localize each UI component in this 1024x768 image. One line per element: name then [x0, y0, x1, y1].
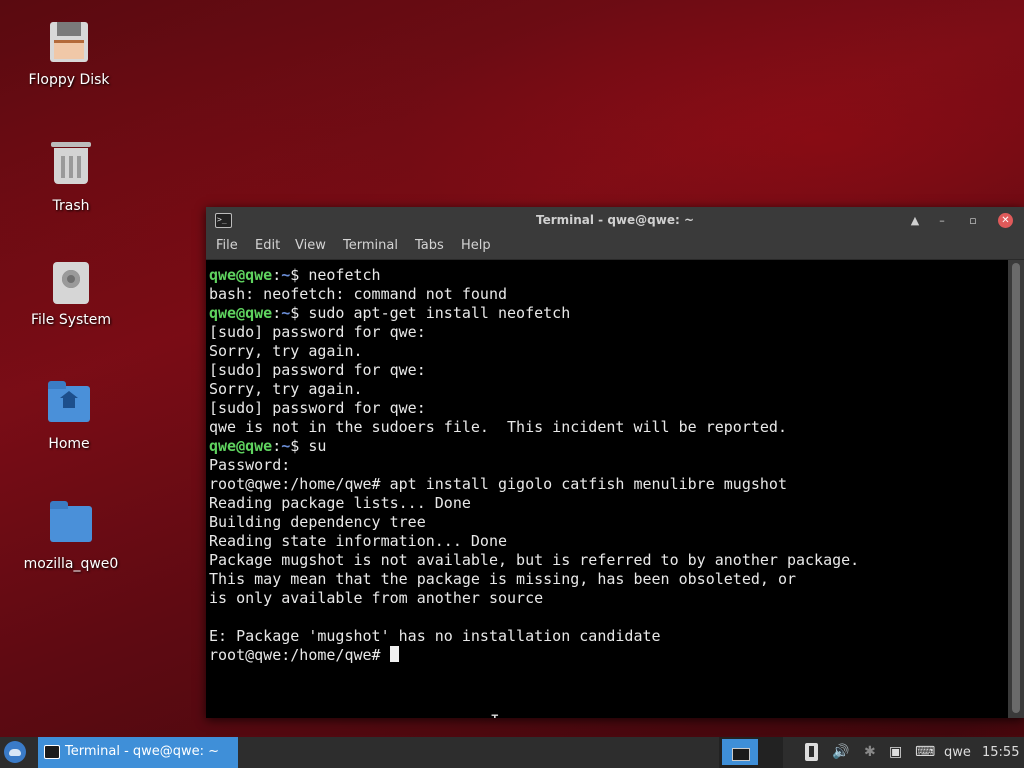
desktop-icon-home[interactable]: Home: [14, 381, 124, 452]
taskbar-item-terminal[interactable]: Terminal - qwe@qwe: ~: [38, 737, 238, 768]
desktop-icon-label: mozilla_qwe0: [23, 556, 119, 572]
terminal-line: root@qwe:/home/qwe#: [209, 646, 859, 665]
drive-icon: [49, 262, 93, 306]
command-text: $ su: [290, 437, 327, 455]
desktop-icon-floppy-disk[interactable]: Floppy Disk: [14, 22, 124, 88]
maximize-button[interactable]: ▫: [965, 213, 981, 229]
menu-edit[interactable]: Edit: [255, 238, 280, 253]
terminal-window[interactable]: >_ Terminal - qwe@qwe: ~ ▲ – ▫ ✕ File Ed…: [206, 207, 1024, 718]
window-title: Terminal - qwe@qwe: ~: [535, 213, 694, 227]
menu-bar: File Edit View Terminal Tabs Help: [206, 235, 1024, 260]
terminal-line: is only available from another source: [209, 589, 859, 608]
desktop-icon-mozilla-qwe0[interactable]: mozilla_qwe0: [16, 501, 126, 572]
terminal-line: Sorry, try again.: [209, 380, 859, 399]
scrollbar-thumb[interactable]: [1012, 263, 1020, 713]
prompt-path: ~: [281, 437, 291, 455]
menu-file[interactable]: File: [216, 238, 238, 253]
terminal-line: Password:: [209, 456, 859, 475]
prompt-user: qwe@qwe: [209, 266, 273, 284]
output-text: bash: neofetch: command not found: [209, 285, 508, 303]
output-text: Sorry, try again.: [209, 380, 363, 398]
output-text: root@qwe:/home/qwe# apt install gigolo c…: [209, 475, 787, 493]
terminal-cursor: [389, 646, 399, 662]
output-text: qwe is not in the sudoers file. This inc…: [209, 418, 787, 436]
output-text: Password:: [209, 456, 291, 474]
output-text: Sorry, try again.: [209, 342, 363, 360]
volume-icon[interactable]: 🔊: [832, 744, 849, 760]
menu-tabs[interactable]: Tabs: [415, 238, 444, 253]
command-text: $ neofetch: [290, 266, 381, 284]
output-text: root@qwe:/home/qwe#: [209, 646, 390, 664]
output-text: [sudo] password for qwe:: [209, 399, 426, 417]
desktop-icon-label: Floppy Disk: [28, 72, 110, 88]
trash-icon: [49, 142, 93, 192]
terminal-line: qwe@qwe:~$ neofetch: [209, 266, 859, 285]
prompt-separator: :: [272, 266, 282, 284]
terminal-line: [sudo] password for qwe:: [209, 323, 859, 342]
clock[interactable]: 15:55: [982, 745, 1019, 760]
desktop-icon-label: Home: [48, 436, 90, 452]
text-cursor-ibeam-icon: I: [490, 711, 500, 718]
keyboard-icon[interactable]: ⌨: [915, 744, 935, 760]
terminal-icon: [44, 745, 60, 759]
terminal-line: bash: neofetch: command not found: [209, 285, 859, 304]
output-text: [sudo] password for qwe:: [209, 323, 426, 341]
floppy-disk-icon: [47, 22, 91, 66]
command-text: $ sudo apt-get install neofetch: [290, 304, 571, 322]
terminal-line: qwe is not in the sudoers file. This inc…: [209, 418, 859, 437]
desktop-icon-file-system[interactable]: File System: [16, 262, 126, 328]
shade-button[interactable]: ▲: [907, 213, 923, 229]
workspace-1[interactable]: [722, 739, 758, 765]
battery-icon[interactable]: [805, 743, 818, 761]
output-text: Reading package lists... Done: [209, 494, 471, 512]
terminal-scrollbar[interactable]: [1008, 260, 1024, 718]
workspace-switcher[interactable]: [719, 737, 783, 768]
window-titlebar[interactable]: >_ Terminal - qwe@qwe: ~ ▲ – ▫ ✕: [206, 207, 1024, 235]
terminal-output[interactable]: qwe@qwe:~$ neofetch bash: neofetch: comma…: [206, 260, 1008, 718]
folder-icon: [49, 501, 93, 550]
terminal-line: Reading package lists... Done: [209, 494, 859, 513]
terminal-line: qwe@qwe:~$ sudo apt-get install neofetch: [209, 304, 859, 323]
close-button[interactable]: ✕: [998, 213, 1013, 228]
desktop-icon-trash[interactable]: Trash: [16, 142, 126, 214]
bottom-panel: Terminal - qwe@qwe: ~ 🔊 ✱ ▣ ⌨ qwe 15:55: [0, 737, 1024, 768]
terminal-line: Reading state information... Done: [209, 532, 859, 551]
terminal-line: qwe@qwe:~$ su: [209, 437, 859, 456]
menu-help[interactable]: Help: [461, 238, 491, 253]
terminal-line: Building dependency tree: [209, 513, 859, 532]
user-name[interactable]: qwe: [944, 745, 971, 760]
output-text: E: Package 'mugshot' has no installation…: [209, 627, 661, 645]
menu-terminal[interactable]: Terminal: [343, 238, 398, 253]
desktop-icon-label: File System: [30, 312, 112, 328]
terminal-line: [sudo] password for qwe:: [209, 361, 859, 380]
output-text: Building dependency tree: [209, 513, 426, 531]
terminal-line: Package mugshot is not available, but is…: [209, 551, 859, 570]
terminal-line: root@qwe:/home/qwe# apt install gigolo c…: [209, 475, 859, 494]
terminal-text: qwe@qwe:~$ neofetch bash: neofetch: comma…: [209, 266, 859, 665]
prompt-path: ~: [281, 304, 291, 322]
terminal-line: E: Package 'mugshot' has no installation…: [209, 627, 859, 646]
bluetooth-icon[interactable]: ✱: [864, 744, 876, 760]
output-text: is only available from another source: [209, 589, 544, 607]
prompt-separator: :: [272, 437, 282, 455]
output-text: Package mugshot is not available, but is…: [209, 551, 860, 569]
output-text: This may mean that the package is missin…: [209, 570, 796, 588]
app-menu-icon[interactable]: [4, 741, 26, 763]
minimize-button[interactable]: –: [934, 213, 950, 229]
taskbar-item-label: Terminal - qwe@qwe: ~: [65, 744, 220, 759]
terminal-line: [sudo] password for qwe:: [209, 399, 859, 418]
prompt-separator: :: [272, 304, 282, 322]
menu-view[interactable]: View: [295, 238, 326, 253]
prompt-path: ~: [281, 266, 291, 284]
output-text: [sudo] password for qwe:: [209, 361, 426, 379]
terminal-line: Sorry, try again.: [209, 342, 859, 361]
network-icon[interactable]: ▣: [889, 744, 902, 760]
home-folder-icon: [47, 381, 91, 430]
prompt-user: qwe@qwe: [209, 304, 273, 322]
output-text: Reading state information... Done: [209, 532, 508, 550]
prompt-user: qwe@qwe: [209, 437, 273, 455]
terminal-line: This may mean that the package is missin…: [209, 570, 859, 589]
desktop-icon-label: Trash: [52, 198, 90, 214]
